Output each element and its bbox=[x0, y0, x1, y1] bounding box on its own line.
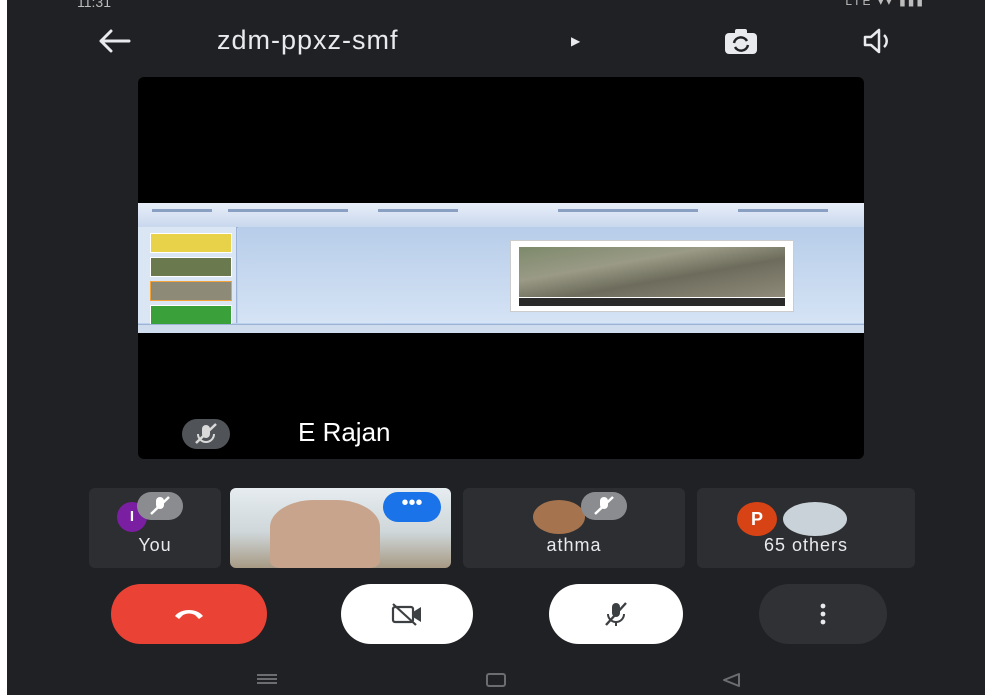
presenter-name: E Rajan bbox=[298, 417, 391, 447]
slide-photo bbox=[519, 247, 785, 297]
switch-camera-button[interactable] bbox=[721, 24, 761, 58]
presentation-stage[interactable]: E Rajan bbox=[138, 77, 864, 459]
slide-photo-card bbox=[510, 240, 794, 312]
slide-thumbnail bbox=[150, 305, 232, 325]
recents-icon[interactable] bbox=[255, 672, 279, 686]
speaker-icon bbox=[863, 28, 888, 54]
mic-off-icon bbox=[150, 496, 170, 515]
participant-video-tile[interactable]: ••• bbox=[230, 488, 451, 568]
mic-toggle-button[interactable] bbox=[549, 584, 683, 644]
back-button[interactable] bbox=[93, 24, 133, 58]
more-vert-icon bbox=[820, 603, 826, 625]
slide-canvas bbox=[238, 227, 864, 323]
top-bar: zdm-ppxz-smf ▶ bbox=[7, 18, 985, 64]
participant-label: You bbox=[138, 535, 172, 555]
system-nav-bar bbox=[7, 650, 985, 695]
shared-screen bbox=[138, 203, 864, 333]
slide-thumbnail bbox=[150, 257, 232, 277]
avatar: P bbox=[737, 502, 777, 536]
home-icon[interactable] bbox=[485, 672, 507, 688]
participant-video-feed bbox=[270, 500, 380, 568]
camera-toggle-button[interactable] bbox=[341, 584, 473, 644]
end-call-button[interactable] bbox=[111, 584, 267, 644]
mute-badge bbox=[137, 492, 183, 520]
mic-off-icon bbox=[195, 423, 217, 444]
more-horiz-button[interactable]: ••• bbox=[383, 492, 441, 522]
participant-tile-others[interactable]: P 65 others bbox=[697, 488, 915, 568]
status-indicators: LTE ▾▾ ▮▮▮ bbox=[845, 0, 925, 8]
camera-off-icon bbox=[391, 603, 421, 626]
status-time: 11:31 bbox=[77, 0, 111, 10]
back-nav-icon[interactable] bbox=[721, 672, 741, 688]
avatar bbox=[533, 500, 585, 534]
meeting-code[interactable]: zdm-ppxz-smf bbox=[217, 25, 399, 56]
end-call-icon bbox=[175, 610, 203, 619]
avatar bbox=[783, 502, 847, 536]
presenter-mute-badge bbox=[182, 419, 230, 449]
mic-off-icon bbox=[594, 496, 614, 515]
call-controls bbox=[7, 580, 985, 648]
meet-screen: 11:31 LTE ▾▾ ▮▮▮ zdm-ppxz-smf ▶ E Rajan … bbox=[7, 0, 985, 695]
mic-off-icon bbox=[605, 602, 627, 626]
more-horiz-icon: ••• bbox=[401, 492, 423, 514]
app-ribbon bbox=[138, 203, 864, 228]
slide-thumbnail bbox=[150, 233, 232, 253]
more-options-button[interactable] bbox=[759, 584, 887, 644]
speaker-button[interactable] bbox=[859, 24, 899, 58]
participant-tile-athma[interactable]: athma bbox=[463, 488, 685, 568]
arrow-left-icon bbox=[99, 29, 131, 53]
status-bar: 11:31 LTE ▾▾ ▮▮▮ bbox=[7, 0, 985, 14]
photo-caption-bar bbox=[519, 298, 785, 306]
participant-strip: I You ••• athma P 65 others bbox=[7, 488, 985, 568]
switch-camera-icon bbox=[725, 29, 757, 54]
participant-tile-you[interactable]: I You bbox=[89, 488, 221, 568]
app-statusbar bbox=[138, 324, 864, 333]
caret-right-icon[interactable]: ▶ bbox=[571, 34, 580, 48]
participant-label: athma bbox=[546, 535, 602, 555]
participant-label: 65 others bbox=[763, 535, 849, 555]
slide-thumbnails bbox=[138, 227, 237, 325]
mute-badge bbox=[581, 492, 627, 520]
slide-thumbnail bbox=[150, 281, 232, 301]
